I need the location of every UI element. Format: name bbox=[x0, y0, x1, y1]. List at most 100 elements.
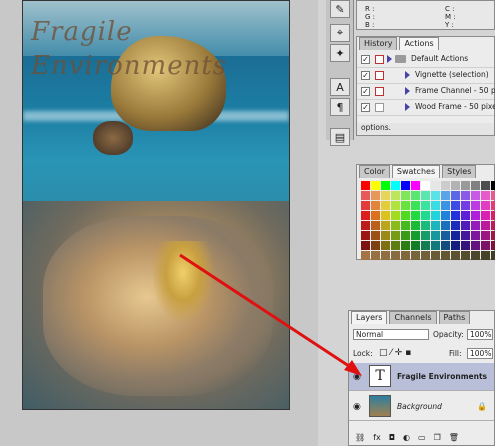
color-swatch[interactable] bbox=[431, 231, 440, 240]
new-layer-icon[interactable]: ❐ bbox=[434, 433, 441, 445]
color-swatch[interactable] bbox=[471, 191, 480, 200]
eye-icon[interactable]: ◉ bbox=[353, 372, 361, 382]
color-swatch[interactable] bbox=[441, 191, 450, 200]
color-swatch[interactable] bbox=[451, 231, 460, 240]
color-swatch[interactable] bbox=[491, 201, 495, 210]
layer-row-background[interactable]: ◉ Background 🔒 bbox=[349, 393, 494, 421]
color-swatch[interactable] bbox=[381, 201, 390, 210]
link-icon[interactable]: ⛓ bbox=[355, 433, 365, 445]
color-swatch[interactable] bbox=[371, 231, 380, 240]
color-swatch[interactable] bbox=[461, 211, 470, 220]
color-swatch[interactable] bbox=[431, 241, 440, 250]
color-swatch[interactable] bbox=[361, 221, 370, 230]
color-swatch[interactable] bbox=[401, 251, 410, 260]
color-swatch[interactable] bbox=[441, 181, 450, 190]
fx-icon[interactable]: fx bbox=[373, 433, 381, 445]
color-swatch[interactable] bbox=[391, 181, 400, 190]
swatch-grid[interactable] bbox=[361, 181, 495, 260]
color-swatch[interactable] bbox=[411, 191, 420, 200]
color-swatch[interactable] bbox=[451, 221, 460, 230]
color-swatch[interactable] bbox=[471, 231, 480, 240]
notes-icon[interactable]: ▤ bbox=[330, 128, 350, 146]
fill-input[interactable]: 100% bbox=[467, 348, 493, 359]
dialog-toggle[interactable] bbox=[375, 87, 384, 96]
color-swatch[interactable] bbox=[401, 221, 410, 230]
color-swatch[interactable] bbox=[421, 201, 430, 210]
color-swatch[interactable] bbox=[411, 231, 420, 240]
color-swatch[interactable] bbox=[411, 241, 420, 250]
tab-history[interactable]: History bbox=[359, 37, 398, 50]
color-swatch[interactable] bbox=[371, 221, 380, 230]
color-swatch[interactable] bbox=[361, 201, 370, 210]
color-swatch[interactable] bbox=[451, 201, 460, 210]
color-swatch[interactable] bbox=[371, 251, 380, 260]
color-swatch[interactable] bbox=[401, 211, 410, 220]
color-swatch[interactable] bbox=[401, 201, 410, 210]
expand-icon[interactable] bbox=[387, 55, 392, 63]
color-swatch[interactable] bbox=[391, 221, 400, 230]
color-swatch[interactable] bbox=[461, 231, 470, 240]
action-row[interactable]: ✓ Wood Frame - 50 pixel bbox=[357, 100, 495, 116]
color-swatch[interactable] bbox=[481, 241, 490, 250]
color-swatch[interactable] bbox=[481, 191, 490, 200]
color-swatch[interactable] bbox=[491, 211, 495, 220]
color-swatch[interactable] bbox=[481, 201, 490, 210]
color-swatch[interactable] bbox=[491, 181, 495, 190]
color-swatch[interactable] bbox=[471, 201, 480, 210]
color-swatch[interactable] bbox=[401, 181, 410, 190]
color-swatch[interactable] bbox=[481, 251, 490, 260]
color-swatch[interactable] bbox=[421, 241, 430, 250]
tab-channels[interactable]: Channels bbox=[389, 311, 437, 324]
color-swatch[interactable] bbox=[371, 191, 380, 200]
color-swatch[interactable] bbox=[481, 231, 490, 240]
color-swatch[interactable] bbox=[371, 241, 380, 250]
layer-name[interactable]: Background bbox=[397, 402, 442, 411]
color-swatch[interactable] bbox=[391, 191, 400, 200]
color-swatch[interactable] bbox=[371, 201, 380, 210]
color-swatch[interactable] bbox=[481, 181, 490, 190]
group-icon[interactable]: ▭ bbox=[418, 433, 426, 445]
color-swatch[interactable] bbox=[491, 221, 495, 230]
color-swatch[interactable] bbox=[391, 251, 400, 260]
tab-paths[interactable]: Paths bbox=[438, 311, 471, 324]
color-swatch[interactable] bbox=[441, 241, 450, 250]
color-swatch[interactable] bbox=[361, 231, 370, 240]
color-swatch[interactable] bbox=[471, 251, 480, 260]
color-swatch[interactable] bbox=[461, 251, 470, 260]
color-swatch[interactable] bbox=[461, 181, 470, 190]
opacity-input[interactable]: 100% bbox=[467, 329, 493, 340]
color-swatch[interactable] bbox=[391, 241, 400, 250]
color-swatch[interactable] bbox=[381, 231, 390, 240]
color-swatch[interactable] bbox=[461, 191, 470, 200]
color-swatch[interactable] bbox=[421, 231, 430, 240]
navigator-icon[interactable]: ✦ bbox=[330, 44, 350, 62]
dialog-toggle[interactable] bbox=[375, 103, 384, 112]
tab-styles[interactable]: Styles bbox=[442, 165, 477, 178]
color-swatch[interactable] bbox=[361, 211, 370, 220]
color-swatch[interactable] bbox=[421, 251, 430, 260]
color-swatch[interactable] bbox=[411, 251, 420, 260]
color-swatch[interactable] bbox=[361, 251, 370, 260]
mask-icon[interactable]: ◘ bbox=[389, 433, 395, 445]
color-swatch[interactable] bbox=[391, 201, 400, 210]
adjustment-icon[interactable]: ◐ bbox=[403, 433, 410, 445]
color-swatch[interactable] bbox=[471, 181, 480, 190]
color-swatch[interactable] bbox=[391, 211, 400, 220]
color-swatch[interactable] bbox=[391, 231, 400, 240]
color-swatch[interactable] bbox=[481, 221, 490, 230]
eye-icon[interactable]: ◉ bbox=[353, 402, 361, 412]
layer-row-text[interactable]: ◉ T Fragile Environments bbox=[349, 363, 494, 391]
color-swatch[interactable] bbox=[451, 241, 460, 250]
color-swatch[interactable] bbox=[421, 181, 430, 190]
color-swatch[interactable] bbox=[421, 211, 430, 220]
clone-icon[interactable]: ⌖ bbox=[330, 24, 350, 42]
color-swatch[interactable] bbox=[401, 231, 410, 240]
character-icon[interactable]: A bbox=[330, 78, 350, 96]
layer-name[interactable]: Fragile Environments bbox=[397, 372, 487, 381]
color-swatch[interactable] bbox=[441, 221, 450, 230]
color-swatch[interactable] bbox=[441, 231, 450, 240]
color-swatch[interactable] bbox=[481, 211, 490, 220]
color-swatch[interactable] bbox=[431, 221, 440, 230]
checkbox[interactable]: ✓ bbox=[361, 71, 370, 80]
color-swatch[interactable] bbox=[491, 241, 495, 250]
